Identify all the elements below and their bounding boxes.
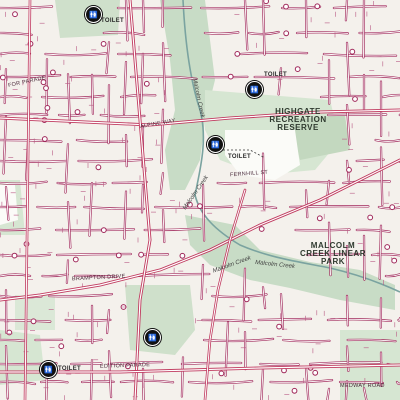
street-fill — [108, 84, 110, 144]
street-fill — [162, 0, 164, 28]
street-fill — [70, 363, 102, 365]
cul-de-sac — [276, 323, 283, 330]
cul-de-sac — [346, 167, 352, 173]
road-label: MEDWAY ROAD — [340, 383, 385, 389]
cul-de-sac — [314, 3, 321, 10]
cul-de-sac — [349, 48, 356, 55]
cul-de-sac — [100, 227, 107, 234]
cul-de-sac — [384, 244, 391, 250]
cul-de-sac — [95, 164, 102, 171]
cul-de-sac — [41, 136, 48, 142]
cul-de-sac — [197, 203, 203, 210]
cul-de-sac — [312, 369, 319, 376]
cul-de-sac — [11, 252, 18, 259]
toilet-label: TOILET — [58, 366, 82, 372]
cul-de-sac — [243, 296, 250, 303]
park-label-highgate[interactable]: HIGHGATE RECREATION RESERVE — [258, 108, 338, 132]
cul-de-sac — [218, 370, 225, 377]
cul-de-sac — [294, 66, 301, 72]
cul-de-sac — [138, 251, 145, 258]
map-canvas[interactable]: HIGHGATE RECREATION RESERVE MALCOLM CREE… — [0, 0, 400, 400]
cul-de-sac — [227, 73, 234, 80]
toilet-icon[interactable]: 🚻 — [144, 329, 161, 346]
cul-de-sac — [43, 85, 49, 91]
toilet-icon[interactable]: 🚻 — [85, 6, 102, 23]
cul-de-sac — [12, 11, 18, 18]
cul-de-sac — [6, 329, 13, 336]
map-base — [0, 0, 400, 400]
cul-de-sac — [58, 343, 65, 350]
cul-de-sac — [50, 69, 56, 76]
cul-de-sac — [283, 3, 289, 10]
cul-de-sac — [74, 109, 81, 115]
cul-de-sac — [391, 257, 398, 264]
cul-de-sac — [263, 0, 269, 5]
cul-de-sac — [44, 105, 51, 111]
cul-de-sac — [143, 80, 150, 87]
cul-de-sac — [283, 30, 290, 37]
toilet-label: TOILET — [101, 18, 125, 24]
cul-de-sac — [352, 96, 358, 102]
cul-de-sac — [115, 252, 122, 259]
cul-de-sac — [234, 51, 241, 57]
cul-de-sac — [30, 318, 37, 325]
cul-de-sac — [179, 252, 186, 259]
cul-de-sac — [389, 204, 396, 211]
cul-de-sac — [291, 387, 298, 394]
toilet-icon[interactable]: 🚻 — [246, 81, 263, 98]
cul-de-sac — [100, 41, 107, 47]
cul-de-sac — [367, 214, 374, 221]
toilet-icon[interactable]: 🚻 — [40, 361, 57, 378]
toilet-label: TOILET — [228, 154, 252, 160]
toilet-icon[interactable]: 🚻 — [207, 136, 224, 153]
cul-de-sac — [72, 256, 79, 263]
street-fill — [363, 0, 365, 58]
street-fill — [244, 331, 246, 370]
toilet-label: TOILET — [264, 72, 288, 78]
cul-de-sac — [258, 226, 265, 232]
cul-de-sac — [316, 215, 323, 222]
park-label-malcolm[interactable]: MALCOLM CREEK LINEAR PARK — [298, 242, 368, 266]
cul-de-sac — [0, 74, 6, 81]
